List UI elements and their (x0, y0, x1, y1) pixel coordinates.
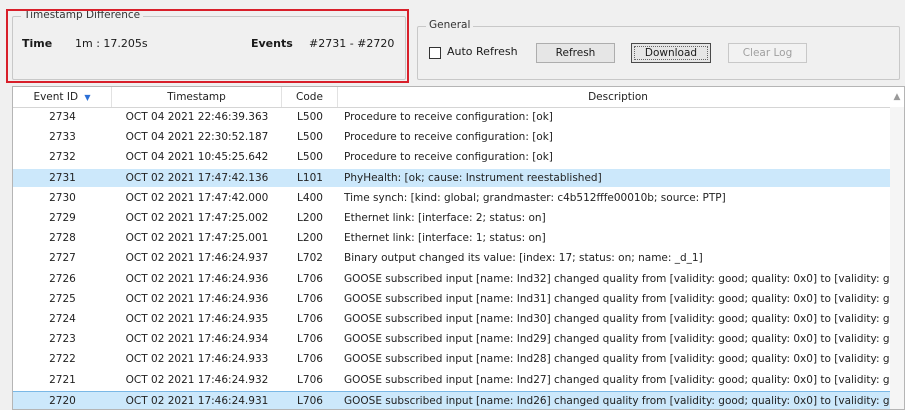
cell-event-id: 2724 (49, 313, 76, 325)
column-header-timestamp[interactable]: Timestamp (112, 87, 282, 107)
cell-timestamp: OCT 02 2021 17:46:24.935 (125, 313, 269, 325)
cell-code: L400 (297, 191, 323, 204)
events-value: #2731 - #2720 (309, 37, 395, 50)
cell-timestamp: OCT 02 2021 17:46:24.936 (125, 272, 269, 285)
cell-event-id: 2730 (49, 191, 76, 204)
cell-event-id: 2722 (49, 353, 76, 366)
cell-description: GOOSE subscribed input [name: Ind27] cha… (344, 373, 892, 386)
grid-header: Event ID ▼ Timestamp Code Description ▲ (13, 87, 904, 108)
cell-code: L500 (297, 151, 323, 164)
cell-code: L706 (297, 333, 323, 346)
cell-description: PhyHealth: [ok; cause: Instrument reesta… (344, 171, 602, 184)
cell-code: L200 (297, 232, 323, 245)
cell-event-id: 2727 (49, 252, 76, 265)
cell-event-id: 2720 (49, 394, 76, 407)
cell-timestamp: OCT 02 2021 17:47:25.002 (125, 212, 269, 224)
table-row[interactable]: 2726 OCT 02 2021 17:46:24.936 L706 GOOSE su… (13, 270, 892, 288)
download-button[interactable]: Download (631, 43, 711, 63)
cell-code: L500 (297, 111, 323, 123)
cell-event-id: 2729 (49, 212, 76, 224)
table-row[interactable]: 2724 OCT 02 2021 17:46:24.935 L706 GOOSE su… (13, 310, 892, 328)
cell-code: L706 (297, 353, 323, 366)
cell-description: GOOSE subscribed input [name: Ind32] cha… (344, 272, 892, 285)
cell-code: L706 (297, 394, 323, 407)
cell-event-id: 2732 (49, 151, 76, 164)
cell-description: Procedure to receive configuration: [ok] (344, 151, 553, 164)
table-row[interactable]: 2729 OCT 02 2021 17:47:25.002 L200 Ethernet… (13, 209, 890, 227)
cell-timestamp: OCT 04 2021 22:46:39.363 (125, 111, 269, 123)
table-row[interactable]: 2727 OCT 02 2021 17:46:24.937 L702 Binary o… (13, 249, 890, 267)
cell-timestamp: OCT 04 2021 10:45:25.642 (125, 151, 269, 164)
column-header-event-id-label: Event ID (33, 91, 79, 103)
cell-timestamp: OCT 02 2021 17:46:24.933 (125, 353, 269, 366)
cell-description: Procedure to receive configuration: [ok] (344, 131, 553, 144)
scroll-up-arrow-icon[interactable]: ▲ (890, 87, 904, 107)
cell-code: L706 (297, 272, 323, 285)
cell-description: Procedure to receive configuration: [ok] (344, 111, 553, 123)
cell-event-id: 2726 (49, 272, 76, 285)
table-row[interactable]: 2722 OCT 02 2021 17:46:24.933 L706 GOOSE su… (13, 350, 892, 368)
cell-timestamp: OCT 02 2021 17:47:42.000 (125, 191, 269, 204)
table-row[interactable]: 2732 OCT 04 2021 10:45:25.642 L500 Procedur… (13, 148, 890, 166)
cell-code: L200 (297, 212, 323, 224)
event-log-grid[interactable]: Event ID ▼ Timestamp Code Description ▲ … (12, 86, 905, 410)
cell-description: Time synch: [kind: global; grandmaster: … (344, 191, 726, 204)
time-label: Time (22, 37, 53, 50)
table-row[interactable]: 2725 OCT 02 2021 17:46:24.936 L706 GOOSE su… (13, 290, 892, 308)
cell-description: GOOSE subscribed input [name: Ind29] cha… (344, 333, 892, 346)
column-header-code[interactable]: Code (282, 87, 338, 107)
sort-descending-icon: ▼ (84, 93, 91, 102)
cell-timestamp: OCT 04 2021 22:30:52.187 (125, 131, 269, 144)
auto-refresh-checkbox[interactable] (429, 47, 441, 59)
table-row[interactable]: 2731 OCT 02 2021 17:47:42.136 L101 PhyHealt… (13, 168, 890, 187)
cell-event-id: 2731 (49, 171, 76, 184)
cell-timestamp: OCT 02 2021 17:46:24.932 (125, 373, 269, 386)
timestamp-difference-group: Timestamp Difference Time 1m : 17.205s E… (12, 9, 406, 80)
cell-timestamp: OCT 02 2021 17:46:24.937 (125, 252, 269, 265)
cell-code: L706 (297, 313, 323, 325)
table-row[interactable]: 2730 OCT 02 2021 17:47:42.000 L400 Time syn… (13, 189, 890, 207)
cell-event-id: 2725 (49, 292, 76, 305)
general-group: General Auto Refresh Refresh Download Cl… (417, 19, 900, 80)
cell-event-id: 2728 (49, 232, 76, 245)
cell-description: Ethernet link: [interface: 1; status: on… (344, 232, 546, 245)
cell-code: L702 (297, 252, 323, 265)
general-legend: General (426, 19, 474, 31)
table-row[interactable]: 2723 OCT 02 2021 17:46:24.934 L706 GOOSE su… (13, 330, 892, 348)
cell-timestamp: OCT 02 2021 17:46:24.931 (125, 394, 269, 407)
cell-description: Binary output changed its value: [index:… (344, 252, 703, 265)
events-label: Events (251, 37, 293, 50)
cell-code: L706 (297, 373, 323, 386)
column-header-event-id[interactable]: Event ID ▼ (13, 87, 112, 107)
cell-description: Ethernet link: [interface: 2; status: on… (344, 212, 546, 224)
cell-timestamp: OCT 02 2021 17:46:24.934 (125, 333, 269, 346)
cell-code: L500 (297, 131, 323, 144)
cell-code: L706 (297, 292, 323, 305)
table-row[interactable]: 2721 OCT 02 2021 17:46:24.932 L706 GOOSE su… (13, 371, 892, 389)
table-row[interactable]: 2720 OCT 02 2021 17:46:24.931 L706 GOOSE su… (13, 390, 892, 409)
vertical-scrollbar[interactable] (890, 107, 904, 409)
cell-timestamp: OCT 02 2021 17:47:25.001 (125, 232, 269, 245)
cell-event-id: 2734 (49, 111, 76, 123)
cell-event-id: 2723 (49, 333, 76, 346)
cell-timestamp: OCT 02 2021 17:47:42.136 (125, 171, 269, 184)
table-row[interactable]: 2733 OCT 04 2021 22:30:52.187 L500 Procedur… (13, 128, 890, 146)
cell-timestamp: OCT 02 2021 17:46:24.936 (125, 292, 269, 305)
cell-code: L101 (297, 171, 323, 184)
cell-description: GOOSE subscribed input [name: Ind26] cha… (344, 394, 892, 407)
table-row[interactable]: 2728 OCT 02 2021 17:47:25.001 L200 Ethernet… (13, 229, 890, 247)
auto-refresh-label[interactable]: Auto Refresh (447, 45, 518, 58)
cell-description: GOOSE subscribed input [name: Ind28] cha… (344, 353, 892, 366)
timestamp-difference-legend: Timestamp Difference (21, 9, 144, 21)
cell-description: GOOSE subscribed input [name: Ind30] cha… (344, 313, 892, 325)
cell-event-id: 2733 (49, 131, 76, 144)
table-row[interactable]: 2734 OCT 04 2021 22:46:39.363 L500 Procedur… (13, 108, 890, 126)
clear-log-button[interactable]: Clear Log (728, 43, 807, 63)
cell-description: GOOSE subscribed input [name: Ind31] cha… (344, 292, 892, 305)
time-value: 1m : 17.205s (75, 37, 148, 50)
column-header-description[interactable]: Description (344, 87, 892, 107)
cell-event-id: 2721 (49, 373, 76, 386)
refresh-button[interactable]: Refresh (536, 43, 615, 63)
